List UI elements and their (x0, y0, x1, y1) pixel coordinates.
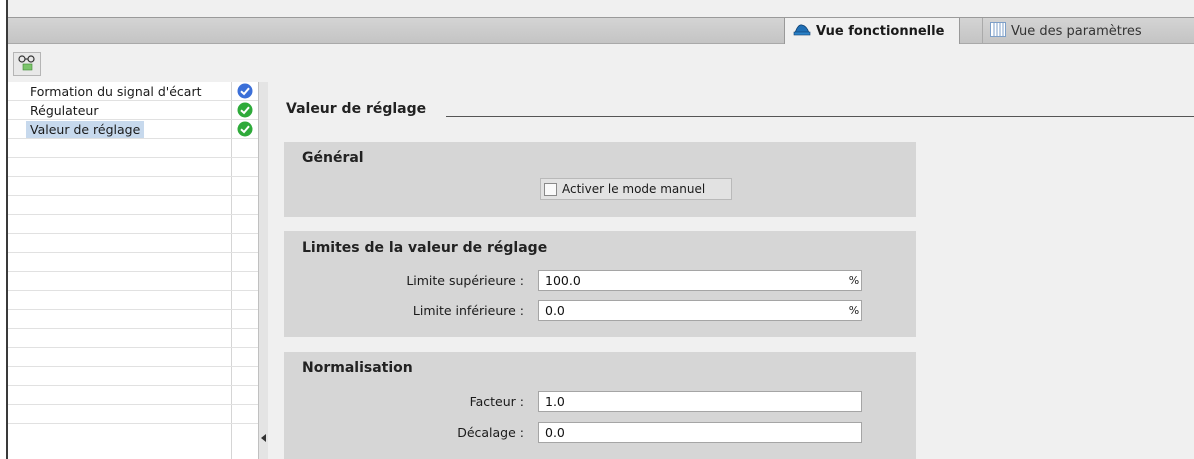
lower-limit-unit: % (848, 304, 860, 317)
tab-functional-view[interactable]: Vue fonctionnelle (784, 18, 960, 44)
offset-input[interactable] (538, 422, 862, 443)
nav-item-label: Régulateur (30, 103, 99, 118)
nav-empty-row (8, 158, 259, 177)
nav-empty-row (8, 291, 259, 310)
nav-empty-row (8, 253, 259, 272)
nav-empty-row (8, 234, 259, 253)
general-group: Général Activer le mode manuel (284, 142, 916, 217)
manual-mode-label: Activer le mode manuel (562, 182, 706, 196)
offset-label: Décalage : (457, 425, 524, 440)
normalization-group-title: Normalisation (302, 360, 413, 376)
nav-item-label: Valeur de réglage (26, 121, 145, 138)
upper-limit-input[interactable] (538, 270, 862, 291)
nav-empty-row (8, 329, 259, 348)
lower-limit-label: Limite inférieure : (412, 303, 524, 318)
nav-item-valeur-de-reglage[interactable]: Valeur de réglage (8, 120, 259, 139)
nav-item-label: Formation du signal d'écart (30, 84, 202, 99)
general-group-title: Général (302, 150, 364, 166)
factor-label: Facteur : (469, 394, 524, 409)
parameter-view-icon (990, 21, 1006, 41)
navigation-panel: Formation du signal d'écart Régulateur V… (8, 82, 260, 459)
window-edge (0, 0, 8, 459)
check-blue-icon (237, 83, 253, 99)
glasses-icon (16, 54, 38, 75)
factor-input[interactable] (538, 391, 862, 412)
functional-view-icon (793, 22, 811, 40)
nav-empty-row (8, 367, 259, 386)
nav-empty-row (8, 139, 259, 158)
nav-empty-row (8, 215, 259, 234)
tab-parameter-view-label: Vue des paramètres (1011, 23, 1142, 39)
nav-empty-row (8, 196, 259, 215)
lower-limit-input[interactable] (538, 300, 862, 321)
nav-item-formation-signal-ecart[interactable]: Formation du signal d'écart (8, 82, 259, 101)
manual-mode-checkbox-row[interactable]: Activer le mode manuel (540, 178, 732, 200)
section-divider (446, 116, 1194, 117)
nav-empty-row (8, 177, 259, 196)
nav-empty-row (8, 310, 259, 329)
nav-empty-row (8, 386, 259, 405)
check-green-icon (237, 102, 253, 118)
check-green-icon (237, 121, 253, 137)
limits-group: Limites de la valeur de réglage Limite s… (284, 231, 916, 337)
nav-empty-row (8, 405, 259, 424)
normalization-group: Normalisation Facteur : Décalage : (284, 352, 916, 459)
section-title: Valeur de réglage (286, 101, 427, 117)
manual-mode-checkbox[interactable] (544, 182, 557, 196)
upper-limit-label: Limite supérieure : (406, 273, 524, 288)
nav-scrollbar[interactable] (258, 82, 268, 459)
nav-empty-row (8, 348, 259, 367)
limits-group-title: Limites de la valeur de réglage (302, 240, 548, 256)
scroll-left-arrow-icon[interactable] (261, 434, 266, 442)
tab-parameter-view[interactable]: Vue des paramètres (984, 18, 1194, 44)
nav-item-regulateur[interactable]: Régulateur (8, 101, 259, 120)
tab-functional-view-label: Vue fonctionnelle (816, 23, 945, 39)
nav-empty-row (8, 272, 259, 291)
view-tab-bar: Vue fonctionnelle Vue des paramètres (8, 17, 1194, 44)
show-hide-button[interactable] (13, 52, 41, 76)
upper-limit-unit: % (848, 274, 860, 287)
